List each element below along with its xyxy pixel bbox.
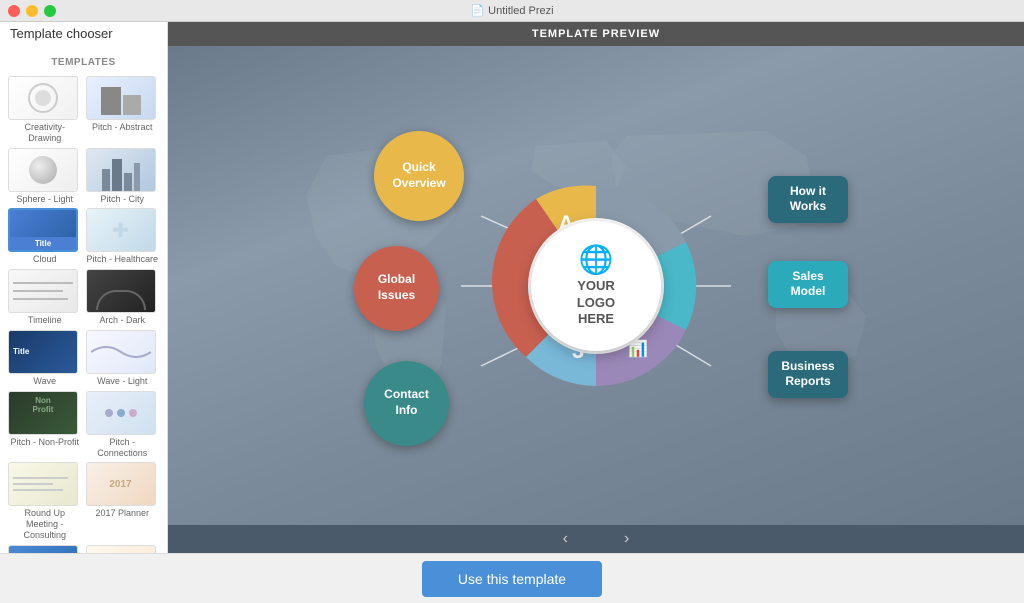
template-label: Wave: [8, 376, 82, 387]
window-title: 📄 Untitled Prezi: [470, 4, 553, 17]
footer: Use this template: [0, 553, 1024, 603]
template-item-wave-light[interactable]: Wave - Light: [86, 330, 160, 387]
infographic-diagram: A ⚙ C 📊 3 🌐 🌐 YOURLOG: [306, 76, 886, 496]
template-label: Timeline: [8, 315, 82, 326]
template-label: Pitch - Abstract: [86, 122, 160, 133]
template-item-timeline[interactable]: Timeline: [8, 269, 82, 326]
template-thumb-wave-light: [86, 330, 156, 374]
template-label: Pitch - City: [86, 194, 160, 205]
center-circle: 🌐 YOURLOGOHERE: [531, 221, 661, 351]
template-thumb-sphere-light: [8, 148, 78, 192]
template-thumb-around-topic: [8, 545, 78, 553]
bubble-contact-info[interactable]: ContactInfo: [364, 361, 449, 446]
template-thumb-sphere-linear: [86, 545, 156, 553]
maximize-button[interactable]: [44, 5, 56, 17]
template-item-pitch-nonprofit[interactable]: NonProfit Pitch - Non-Profit: [8, 391, 82, 459]
bubble-business-reports[interactable]: BusinessReports: [768, 351, 848, 398]
template-thumb-pitch-connections: [86, 391, 156, 435]
template-label: Cloud: [8, 254, 82, 265]
nav-bar: ‹ ›: [168, 525, 1024, 553]
next-arrow[interactable]: ›: [616, 526, 637, 552]
template-label: Wave - Light: [86, 376, 160, 387]
template-thumb-roundup-consulting: [8, 462, 78, 506]
bubble-quick-overview[interactable]: QuickOverview: [374, 131, 464, 221]
template-item-around-topic[interactable]: Around a Topic: [8, 545, 82, 553]
template-item-pitch-connections[interactable]: Pitch - Connections: [86, 391, 160, 459]
template-thumb-pitch-city: [86, 148, 156, 192]
titlebar: 📄 Untitled Prezi: [0, 0, 1024, 22]
template-thumb-wave: Title: [8, 330, 78, 374]
close-button[interactable]: [8, 5, 20, 17]
template-item-pitch-abstract[interactable]: Pitch - Abstract: [86, 76, 160, 144]
template-item-pitch-city[interactable]: Pitch - City: [86, 148, 160, 205]
template-item-sphere-linear[interactable]: Sphere Linear - Light: [86, 545, 160, 553]
template-item-creativity-drawing[interactable]: Creativity-Drawing: [8, 76, 82, 144]
template-thumb-pitch-abstract: [86, 76, 156, 120]
app-title: Template chooser: [0, 22, 167, 49]
use-template-button[interactable]: Use this template: [422, 561, 602, 597]
bubble-how-it-works[interactable]: How itWorks: [768, 176, 848, 223]
template-item-roundup-consulting[interactable]: Round Up Meeting - Consulting: [8, 462, 82, 540]
template-label: Arch - Dark: [86, 315, 160, 326]
template-item-arch-dark[interactable]: Arch - Dark: [86, 269, 160, 326]
template-thumb-arch-dark: [86, 269, 156, 313]
template-label: Round Up Meeting - Consulting: [8, 508, 82, 540]
template-label: Pitch - Healthcare: [86, 254, 160, 265]
document-icon: 📄: [470, 4, 484, 17]
template-item-sphere-light[interactable]: Sphere - Light: [8, 148, 82, 205]
bubble-sales-model[interactable]: SalesModel: [768, 261, 848, 308]
template-item-wave[interactable]: Title Wave: [8, 330, 82, 387]
minimize-button[interactable]: [26, 5, 38, 17]
templates-grid: Creativity-Drawing Pitch - Abstract: [0, 72, 167, 553]
globe-icon: 🌐: [579, 243, 614, 276]
main-layout: Template chooser TEMPLATES Creativity-Dr…: [0, 22, 1024, 553]
traffic-lights: [8, 5, 56, 17]
center-logo-text: YOURLOGOHERE: [577, 278, 615, 329]
template-label: Pitch - Connections: [86, 437, 160, 459]
template-label: Sphere - Light: [8, 194, 82, 205]
sidebar: Template chooser TEMPLATES Creativity-Dr…: [0, 22, 168, 553]
template-item-pitch-healthcare[interactable]: ✚ Pitch - Healthcare: [86, 208, 160, 265]
templates-section-label: TEMPLATES: [0, 49, 167, 72]
preview-header: TEMPLATE PREVIEW: [168, 22, 1024, 46]
content-area: TEMPLATE PREVIEW: [168, 22, 1024, 553]
template-label: Creativity-Drawing: [8, 122, 82, 144]
template-thumb-pitch-healthcare: ✚: [86, 208, 156, 252]
template-thumb-2017-planner: 2017: [86, 462, 156, 506]
prev-arrow[interactable]: ‹: [555, 526, 576, 552]
template-thumb-creativity: [8, 76, 78, 120]
template-label: Pitch - Non-Profit: [8, 437, 82, 448]
template-thumb-cloud: Title: [8, 208, 78, 252]
template-label: 2017 Planner: [86, 508, 160, 519]
template-item-2017-planner[interactable]: 2017 2017 Planner: [86, 462, 160, 540]
template-thumb-pitch-nonprofit: NonProfit: [8, 391, 78, 435]
bubble-global-issues[interactable]: GlobalIssues: [354, 246, 439, 331]
template-thumb-timeline: [8, 269, 78, 313]
preview-content: A ⚙ C 📊 3 🌐 🌐 YOURLOG: [168, 46, 1024, 525]
template-item-cloud[interactable]: Title Cloud: [8, 208, 82, 265]
